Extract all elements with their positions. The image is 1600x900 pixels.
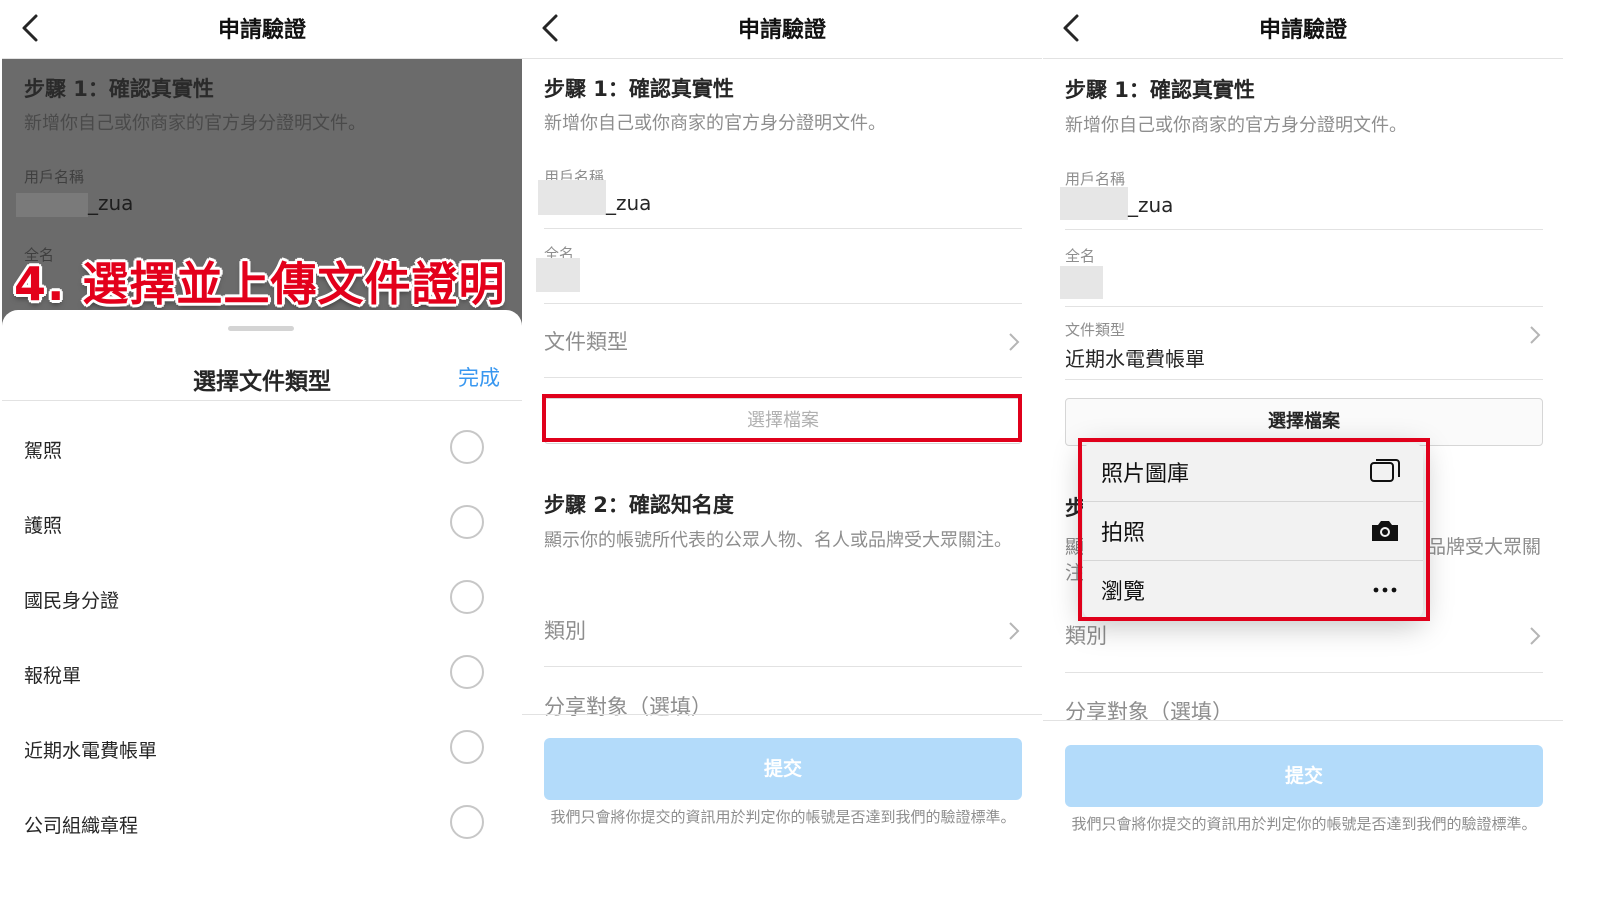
redacted-username xyxy=(538,180,606,215)
divider xyxy=(2,400,522,401)
option-articles-of-incorporation[interactable]: 公司組織章程 xyxy=(2,787,522,862)
chevron-right-icon xyxy=(1009,622,1020,640)
sheet-title: 選擇文件類型 xyxy=(193,369,331,395)
option-drivers-license[interactable]: 駕照 xyxy=(2,412,522,487)
radio-button[interactable] xyxy=(450,655,484,689)
chevron-right-icon xyxy=(1009,333,1020,351)
divider xyxy=(544,377,1022,378)
panel-select-doc-type: 申請驗證 步驟 1：確認真實性 新增你自己或你商家的官方身分證明文件。 用戶名稱… xyxy=(2,0,522,900)
done-button[interactable]: 完成 xyxy=(458,362,500,392)
doc-type-value[interactable]: 近期水電費帳單 xyxy=(1065,343,1205,372)
divider xyxy=(544,666,1022,667)
username-value: _zua xyxy=(88,191,134,215)
redacted-username xyxy=(16,193,88,217)
option-tax-return[interactable]: 報稅單 xyxy=(2,637,522,712)
footer-note: 我們只會將你提交的資訊用於判定你的帳號是否達到我們的驗證標準。 xyxy=(1071,815,1537,833)
chevron-right-icon xyxy=(1530,326,1541,344)
category-row[interactable]: 類別 xyxy=(1065,620,1107,650)
option-label: 國民身分證 xyxy=(24,590,120,612)
step1-desc: 新增你自己或你商家的官方身分證明文件。 xyxy=(1065,115,1407,136)
submit-button[interactable]: 提交 xyxy=(1065,745,1543,807)
audience-row[interactable]: 分享對象（選填） xyxy=(544,691,712,721)
step2-title: 步驟 2：確認知名度 xyxy=(544,493,734,517)
step2-desc: 顯示你的帳號所代表的公眾人物、名人或品牌受大眾關注。 xyxy=(544,530,1012,551)
highlight-box xyxy=(542,394,1022,442)
footer-note: 我們只會將你提交的資訊用於判定你的帳號是否達到我們的驗證標準。 xyxy=(550,808,1016,826)
step1-title: 步驟 1：確認真實性 xyxy=(24,77,214,101)
panel-file-source: 申請驗證 步驟 1：確認真實性 新增你自己或你商家的官方身分證明文件。 用戶名稱… xyxy=(1043,0,1563,900)
fullname-label: 全名 xyxy=(1065,247,1096,265)
step1-desc: 新增你自己或你商家的官方身分證明文件。 xyxy=(544,113,886,134)
highlight-box xyxy=(1078,438,1430,621)
radio-button[interactable] xyxy=(450,805,484,839)
radio-button[interactable] xyxy=(450,505,484,539)
divider xyxy=(1065,229,1543,230)
chevron-right-icon xyxy=(1530,627,1541,645)
divider xyxy=(544,303,1022,304)
audience-row[interactable]: 分享對象（選填） xyxy=(1065,696,1233,726)
username-label: 用戶名稱 xyxy=(24,168,85,186)
step1-title: 步驟 1：確認真實性 xyxy=(544,77,734,101)
instruction-caption: 4. 選擇並上傳文件證明 xyxy=(14,257,506,311)
option-utility-bill[interactable]: 近期水電費帳單 xyxy=(2,712,522,787)
step1-title: 步驟 1：確認真實性 xyxy=(1065,78,1255,102)
radio-button[interactable] xyxy=(450,580,484,614)
top-bar: 申請驗證 xyxy=(522,0,1042,59)
submit-button[interactable]: 提交 xyxy=(544,738,1022,800)
category-row[interactable]: 類別 xyxy=(544,615,586,645)
page-title: 申請驗證 xyxy=(1258,18,1347,43)
page-title: 申請驗證 xyxy=(217,18,306,43)
redacted-fullname[interactable] xyxy=(536,258,580,292)
username-value[interactable]: _zua xyxy=(1128,193,1173,217)
option-label: 護照 xyxy=(24,515,63,537)
top-bar: 申請驗證 xyxy=(2,0,522,59)
sheet-grabber[interactable] xyxy=(228,326,294,331)
doc-type-sheet: 選擇文件類型 完成 駕照 護照 國民身分證 報稅單 近期水電費帳單 公司組織章程 xyxy=(2,310,522,900)
page-title: 申請驗證 xyxy=(737,18,826,43)
divider xyxy=(1043,720,1563,721)
redacted-username xyxy=(1060,187,1128,220)
username-value[interactable]: _zua xyxy=(606,191,651,215)
radio-button[interactable] xyxy=(450,430,484,464)
option-national-id[interactable]: 國民身分證 xyxy=(2,562,522,637)
redacted-fullname[interactable] xyxy=(1060,266,1103,299)
doc-type-row[interactable]: 文件類型 xyxy=(544,326,628,356)
step1-desc: 新增你自己或你商家的官方身分證明文件。 xyxy=(24,113,366,134)
option-label: 近期水電費帳單 xyxy=(24,740,158,762)
doc-type-label: 文件類型 xyxy=(1065,321,1126,339)
top-bar: 申請驗證 xyxy=(1043,0,1563,59)
panel-verification-form: 申請驗證 步驟 1：確認真實性 新增你自己或你商家的官方身分證明文件。 用戶名稱… xyxy=(522,0,1042,900)
option-passport[interactable]: 護照 xyxy=(2,487,522,562)
option-label: 駕照 xyxy=(24,440,63,462)
divider xyxy=(1065,306,1543,307)
divider xyxy=(522,714,1042,715)
option-label: 公司組織章程 xyxy=(24,815,139,837)
divider xyxy=(544,228,1022,229)
option-label: 報稅單 xyxy=(24,665,82,687)
divider xyxy=(1065,379,1543,380)
username-label: 用戶名稱 xyxy=(1065,170,1126,188)
divider xyxy=(1065,672,1543,673)
radio-button[interactable] xyxy=(450,730,484,764)
step2-desc-peek: 品牌受大眾關 xyxy=(1427,536,1542,558)
